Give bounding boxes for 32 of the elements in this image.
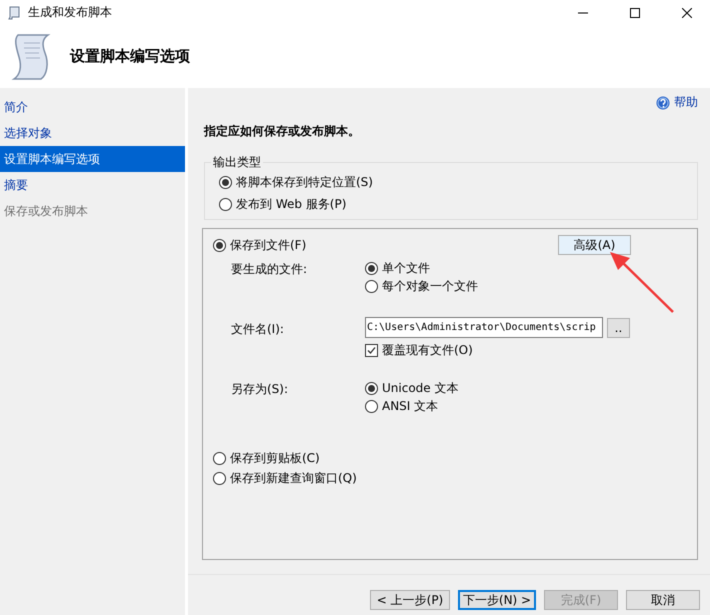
radio-option[interactable]: 保存到新建查询窗口(Q) xyxy=(213,469,687,487)
radio-option[interactable]: 每个对象一个文件 xyxy=(365,277,687,295)
radio-option[interactable]: Unicode 文本 xyxy=(365,379,687,397)
wizard-button[interactable]: 下一步(N) > xyxy=(458,590,536,610)
overwrite-checkbox[interactable]: 覆盖现有文件(O) xyxy=(365,341,687,359)
field-label: 另存为(S): xyxy=(231,381,290,398)
radio-option[interactable]: 单个文件 xyxy=(365,259,687,277)
help-link[interactable]: 帮助 xyxy=(656,94,698,111)
maximize-icon xyxy=(630,8,640,18)
radio-option[interactable]: ANSI 文本 xyxy=(365,397,687,415)
field-label: 要生成的文件: xyxy=(231,261,308,278)
file-name-field[interactable]: C:\Users\Administrator\Documents\scrip xyxy=(365,317,603,338)
radio-option[interactable]: 保存到剪贴板(C) xyxy=(213,449,687,467)
sidebar-item[interactable]: 选择对象 xyxy=(0,120,185,146)
sidebar-item[interactable]: 设置脚本编写选项 xyxy=(0,146,185,172)
radio-option[interactable]: 保存到文件(F) xyxy=(213,236,306,254)
group-label: 输出类型 xyxy=(212,154,262,171)
browse-button[interactable]: .. xyxy=(607,318,630,338)
window-title: 生成和发布脚本 xyxy=(28,4,113,21)
close-icon xyxy=(682,8,692,18)
field-label: 文件名(I): xyxy=(231,321,285,338)
sidebar-item[interactable]: 简介 xyxy=(0,94,185,120)
sidebar-item[interactable]: 摘要 xyxy=(0,172,185,198)
wizard-button[interactable]: < 上一步(P) xyxy=(370,590,450,610)
checkmark-icon xyxy=(367,346,376,354)
wizard-button[interactable]: 取消 xyxy=(626,590,700,610)
page-title: 设置脚本编写选项 xyxy=(70,47,190,66)
radio-option[interactable]: 发布到 Web 服务(P) xyxy=(219,195,697,213)
instruction-text: 指定应如何保存或发布脚本。 xyxy=(204,123,361,140)
radio-option[interactable]: 将脚本保存到特定位置(S) xyxy=(219,173,697,191)
help-icon xyxy=(656,96,670,110)
advanced-button[interactable]: 高级(A) xyxy=(558,235,631,255)
